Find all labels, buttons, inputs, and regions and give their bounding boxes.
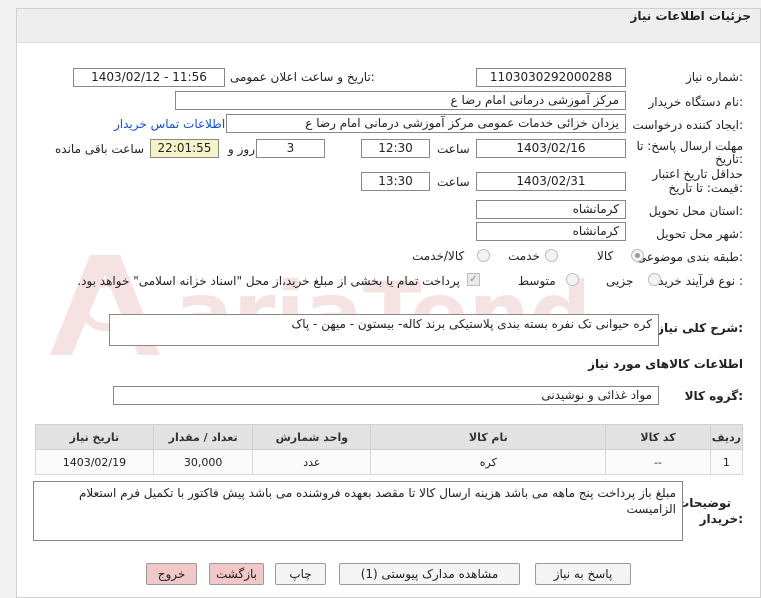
deadline-label-date: تاریخ: — [715, 152, 743, 166]
need-number-label: شماره نیاز: — [685, 70, 743, 84]
goods-group-label: گروه کالا: — [684, 389, 743, 403]
remaining-time-label: ساعت باقی مانده — [55, 142, 145, 156]
validity-label-date: قیمت: تا تاریخ: — [668, 181, 743, 195]
buyer-notes-field[interactable]: مبلغ باز پرداخت پنج ماهه می باشد هزینه ا… — [33, 481, 683, 541]
purchase-radio-medium[interactable] — [566, 273, 579, 286]
col-code: کد کالا — [605, 424, 711, 450]
purchase-type-label: نوع فرآیند خرید : — [658, 274, 743, 288]
deadline-date-field: 1403/02/16 — [476, 139, 626, 158]
print-button[interactable]: چاپ — [275, 563, 326, 585]
cell-name: کره — [370, 449, 607, 475]
description-label: شرح کلی نیاز: — [657, 321, 743, 335]
announce-field: 1403/02/12 - 11:56 — [73, 68, 225, 87]
buyer-notes-label: توضیحات — [677, 496, 731, 510]
province-field: کرمانشاه — [476, 200, 626, 219]
goods-info-title: اطلاعات کالاهای مورد نیاز — [588, 357, 743, 371]
purchase-option-medium: متوسط — [518, 274, 556, 288]
buyer-org-field: مرکز آموزشی درمانی امام رضا ع — [175, 91, 626, 110]
col-qty: تعداد / مقدار — [152, 424, 254, 450]
back-button[interactable]: بازگشت — [209, 563, 264, 585]
cell-code: -- — [605, 449, 711, 475]
announce-label: تاریخ و ساعت اعلان عمومی: — [230, 70, 375, 84]
purchase-option-minor: جزیی — [606, 274, 634, 288]
buyer-org-label: نام دستگاه خریدار: — [648, 95, 744, 109]
goods-group-field: مواد غذائی و نوشیدنی — [113, 386, 659, 405]
description-field[interactable]: کره حیوانی تک نفره بسته بندی پلاستیکی بر… — [109, 314, 659, 346]
cell-row: 1 — [709, 449, 744, 475]
remaining-time-field: 22:01:55 — [150, 139, 219, 158]
col-name: نام کالا — [370, 424, 607, 450]
cell-unit: عدد — [252, 449, 372, 475]
view-documents-button[interactable]: مشاهده مدارک پیوستی (1) — [339, 563, 520, 585]
validity-time-label: ساعت — [437, 175, 470, 189]
col-row: ردیف — [709, 424, 744, 450]
need-number-field: 1103030292000288 — [476, 68, 626, 87]
requester-label: ایجاد کننده درخواست: — [632, 118, 743, 132]
province-label: استان محل تحویل: — [648, 204, 743, 218]
category-option-goods: کالا — [597, 249, 614, 263]
category-label: طبقه بندی موضوعی: — [636, 250, 743, 264]
deadline-time-label: ساعت — [437, 142, 470, 156]
table-row: 1 -- کره عدد 30,000 1403/02/19 — [35, 449, 744, 475]
treasury-note: پرداخت تمام یا بخشی از مبلغ خرید،از محل … — [77, 274, 460, 288]
requester-field: یزدان خزائی خدمات عمومی مرکز آموزشی درما… — [226, 114, 626, 133]
category-radio-goods[interactable] — [631, 249, 644, 262]
category-radio-goods-service[interactable] — [477, 249, 490, 262]
category-radio-service[interactable] — [545, 249, 558, 262]
city-label: شهر محل تحویل: — [656, 227, 743, 241]
city-field: کرمانشاه — [476, 222, 626, 241]
exit-button[interactable]: خروج — [146, 563, 197, 585]
deadline-label: مهلت ارسال پاسخ: تا — [636, 139, 743, 153]
category-option-goods-service: کالا/خدمت — [412, 249, 465, 263]
validity-label: حداقل تاریخ اعتبار — [652, 167, 743, 181]
purchase-radio-minor[interactable] — [648, 273, 661, 286]
cell-date: 1403/02/19 — [35, 449, 154, 475]
validity-time-field: 13:30 — [361, 172, 430, 191]
buyer-notes-label-2: خریدار: — [699, 512, 743, 526]
days-field: 3 — [256, 139, 325, 158]
col-date: تاریخ نیاز — [35, 424, 154, 450]
deadline-time-field: 12:30 — [361, 139, 430, 158]
reply-button[interactable]: پاسخ به نیاز — [535, 563, 631, 585]
goods-table: ردیف کد کالا نام کالا واحد شمارش تعداد /… — [35, 424, 744, 475]
days-label: روز و — [228, 142, 255, 156]
validity-date-field: 1403/02/31 — [476, 172, 626, 191]
page-title: جزئیات اطلاعات نیاز — [630, 9, 751, 23]
contact-buyer-link[interactable]: اطلاعات تماس خریدار — [114, 117, 225, 131]
col-unit: واحد شمارش — [252, 424, 372, 450]
cell-qty: 30,000 — [152, 449, 254, 475]
treasury-checkbox[interactable]: ✓ — [467, 273, 480, 286]
category-option-service: خدمت — [508, 249, 540, 263]
